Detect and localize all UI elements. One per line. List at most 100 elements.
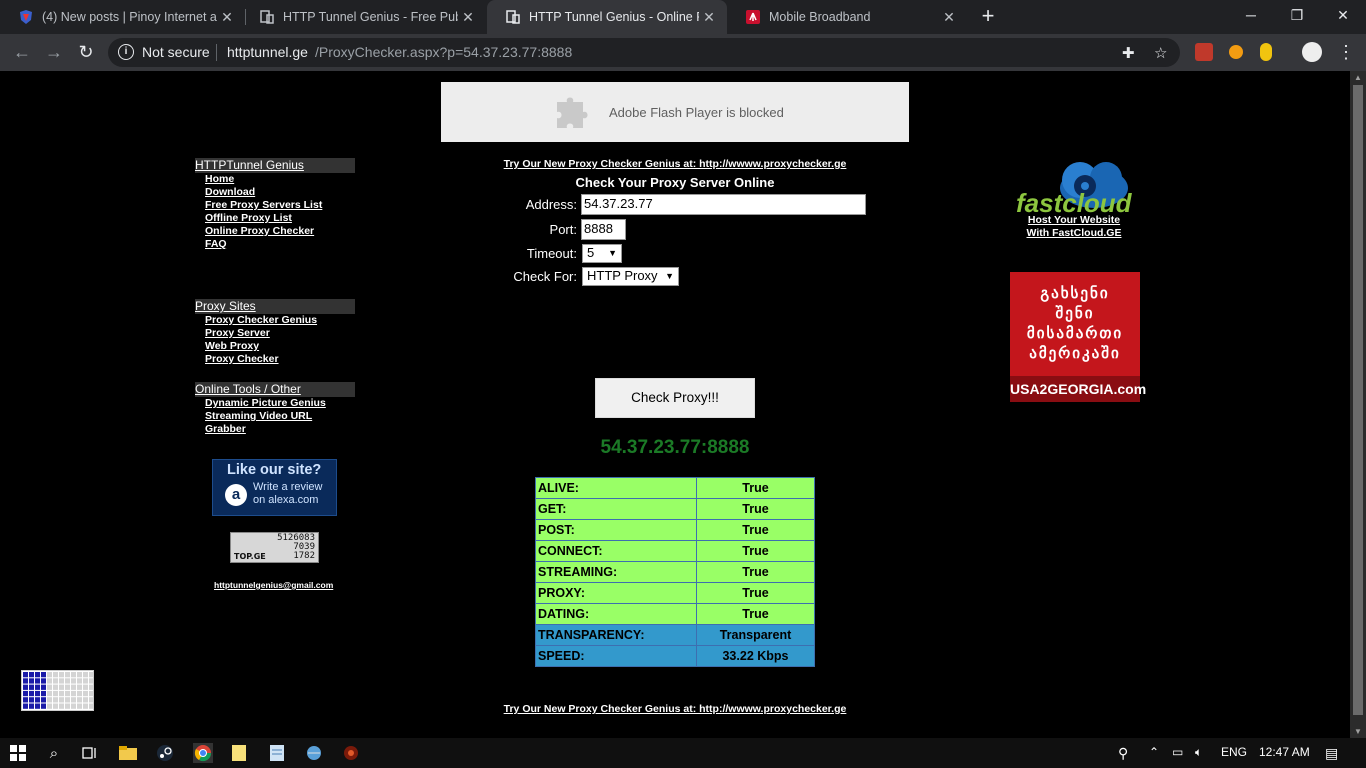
flash-blocked-placeholder[interactable]: Adobe Flash Player is blocked xyxy=(441,82,909,142)
task-view-icon[interactable] xyxy=(80,743,100,763)
app-red-icon[interactable] xyxy=(341,743,361,763)
bookmark-star-icon[interactable]: ☆ xyxy=(1154,44,1167,62)
grid-cell xyxy=(47,678,52,684)
tab-tunnel-online[interactable]: HTTP Tunnel Genius - Online Pro ✕ xyxy=(487,0,727,34)
promo-link-top[interactable]: Try Our New Proxy Checker Genius at: htt… xyxy=(442,158,908,170)
sidebar-link-streaming-video-grabber[interactable]: Streaming Video URL Grabber xyxy=(195,410,355,436)
grid-cell xyxy=(47,697,52,703)
topge-counter-badge[interactable]: 5126083 7039 1782 TOP.GE xyxy=(230,532,319,563)
tab-title: HTTP Tunnel Genius - Free Public xyxy=(283,10,458,24)
tab-mobile-broadband[interactable]: Mobile Broadband ✕ xyxy=(727,0,967,34)
tab-pinoy[interactable]: (4) New posts | Pinoy Internet and ✕ xyxy=(0,0,245,34)
timeout-select[interactable]: 5 ▼ xyxy=(582,244,622,263)
result-label: GET: xyxy=(535,498,697,520)
volume-icon[interactable]: 🔈︎ xyxy=(1195,745,1202,760)
topge-logo: TOP.GE xyxy=(234,552,266,561)
grid-cell xyxy=(89,672,94,678)
alexa-review-badge[interactable]: Like our site? a Write a review on alexa.… xyxy=(212,459,337,516)
tray-expand-icon[interactable]: ⌃ xyxy=(1149,745,1159,759)
scroll-thumb[interactable] xyxy=(1353,85,1363,715)
result-value: True xyxy=(696,540,815,562)
notepad-icon[interactable] xyxy=(267,743,287,763)
scroll-up-icon[interactable]: ▲ xyxy=(1354,73,1362,82)
result-row: SPEED: 33.22 Kbps xyxy=(535,645,815,667)
sidebar-link-offline-proxy-list[interactable]: Offline Proxy List xyxy=(195,212,355,225)
checkfor-select[interactable]: HTTP Proxy ▼ xyxy=(582,267,679,286)
action-center-icon[interactable]: ▤ xyxy=(1325,745,1338,762)
extension-yellow-icon[interactable] xyxy=(1260,43,1272,61)
sidebar-link-online-proxy-checker[interactable]: Online Proxy Checker xyxy=(195,225,355,238)
menu-kebab-icon[interactable]: ⋮ xyxy=(1334,41,1358,65)
steam-icon[interactable] xyxy=(155,743,175,763)
page-scrollbar[interactable]: ▲ ▼ xyxy=(1350,71,1366,738)
result-row: ALIVE: True xyxy=(535,477,815,499)
tab-close-icon[interactable]: ✕ xyxy=(939,9,959,26)
back-icon[interactable]: ← xyxy=(10,41,34,65)
network-icon[interactable]: ▭ xyxy=(1172,745,1183,759)
grid-cell xyxy=(77,684,82,690)
adblock-icon[interactable] xyxy=(1195,43,1213,61)
check-proxy-button[interactable]: Check Proxy!!! xyxy=(595,378,755,418)
promo-link-bottom[interactable]: Try Our New Proxy Checker Genius at: htt… xyxy=(442,703,908,715)
tab-close-icon[interactable]: ✕ xyxy=(217,9,237,26)
usa2georgia-text: გახსენი შენი მისამართი ამერიკაში xyxy=(1026,285,1124,362)
sidebar-heading: Online Tools / Other xyxy=(195,382,355,397)
app-globe-icon[interactable] xyxy=(304,743,324,763)
address-bar[interactable]: i Not secure httptunnel.ge /ProxyChecker… xyxy=(108,38,1180,67)
search-icon[interactable]: ⌕ xyxy=(44,743,64,763)
extension-puzzle-icon[interactable]: ✚ xyxy=(1122,44,1135,62)
extension-orange-icon[interactable] xyxy=(1229,45,1243,59)
url-path[interactable]: /ProxyChecker.aspx?p=54.37.23.77:8888 xyxy=(315,44,572,60)
windows-start-icon[interactable] xyxy=(8,743,28,763)
grid-cell xyxy=(41,678,46,684)
reload-icon[interactable]: ↻ xyxy=(74,41,98,65)
grid-counter-widget[interactable] xyxy=(21,670,94,711)
tab-close-icon[interactable]: ✕ xyxy=(458,9,478,26)
restore-icon[interactable]: ❐ xyxy=(1274,0,1320,30)
people-icon[interactable]: ⚲ xyxy=(1118,745,1128,762)
security-label[interactable]: Not secure xyxy=(142,44,210,60)
language-indicator[interactable]: ENG xyxy=(1221,745,1247,759)
sidebar-link-web-proxy[interactable]: Web Proxy xyxy=(195,340,355,353)
scroll-down-icon[interactable]: ▼ xyxy=(1354,727,1362,736)
forward-icon[interactable]: → xyxy=(42,41,66,65)
chrome-icon[interactable] xyxy=(193,743,213,763)
result-label: POST: xyxy=(535,519,697,541)
info-icon[interactable]: i xyxy=(118,44,134,60)
result-value: True xyxy=(696,498,815,520)
grid-cell xyxy=(47,690,52,697)
result-value: 33.22 Kbps xyxy=(696,645,815,667)
close-window-icon[interactable]: ✕ xyxy=(1320,0,1366,30)
tab-tunnel-free[interactable]: HTTP Tunnel Genius - Free Public ✕ xyxy=(241,0,486,34)
grid-cell xyxy=(59,678,64,684)
tab-close-icon[interactable]: ✕ xyxy=(699,9,719,26)
sidebar-link-download[interactable]: Download xyxy=(195,186,355,199)
sidebar-link-faq[interactable]: FAQ xyxy=(195,238,355,251)
new-tab-button[interactable]: + xyxy=(976,5,1000,29)
minimize-icon[interactable]: ─ xyxy=(1228,0,1274,30)
profile-avatar[interactable] xyxy=(1302,42,1322,62)
url-host[interactable]: httptunnel.ge xyxy=(227,44,308,60)
port-input[interactable]: 8888 xyxy=(581,219,626,240)
sidebar-link-proxy-checker[interactable]: Proxy Checker xyxy=(195,353,355,366)
grid-cell xyxy=(35,672,40,678)
sidebar-link-proxy-server[interactable]: Proxy Server xyxy=(195,327,355,340)
checkfor-label: Check For: xyxy=(513,269,577,284)
fastcloud-link-line2[interactable]: With FastCloud.GE xyxy=(1010,227,1138,239)
sidebar-link-free-proxy-list[interactable]: Free Proxy Servers List xyxy=(195,199,355,212)
grid-cell xyxy=(23,672,28,678)
grid-cell xyxy=(47,703,52,709)
browser-toolbar: ← → ↻ i Not secure httptunnel.ge /ProxyC… xyxy=(0,34,1366,71)
contact-email-link[interactable]: httptunnelgenius@gmail.com xyxy=(214,580,333,590)
clock[interactable]: 12:47 AM xyxy=(1259,745,1310,759)
grid-cell xyxy=(77,672,82,678)
usa2georgia-banner[interactable]: გახსენი შენი მისამართი ამერიკაში USA2GEO… xyxy=(1010,272,1146,402)
address-input[interactable]: 54.37.23.77 xyxy=(581,194,866,215)
sidebar-link-dynamic-picture-genius[interactable]: Dynamic Picture Genius xyxy=(195,397,355,410)
sticky-notes-icon[interactable] xyxy=(229,743,249,763)
fastcloud-link-line1[interactable]: Host Your Website xyxy=(1010,214,1138,226)
sidebar-link-home[interactable]: Home xyxy=(195,173,355,186)
sidebar-link-proxy-checker-genius[interactable]: Proxy Checker Genius xyxy=(195,314,355,327)
dropdown-caret-icon: ▼ xyxy=(608,248,617,258)
file-explorer-icon[interactable] xyxy=(118,743,138,763)
